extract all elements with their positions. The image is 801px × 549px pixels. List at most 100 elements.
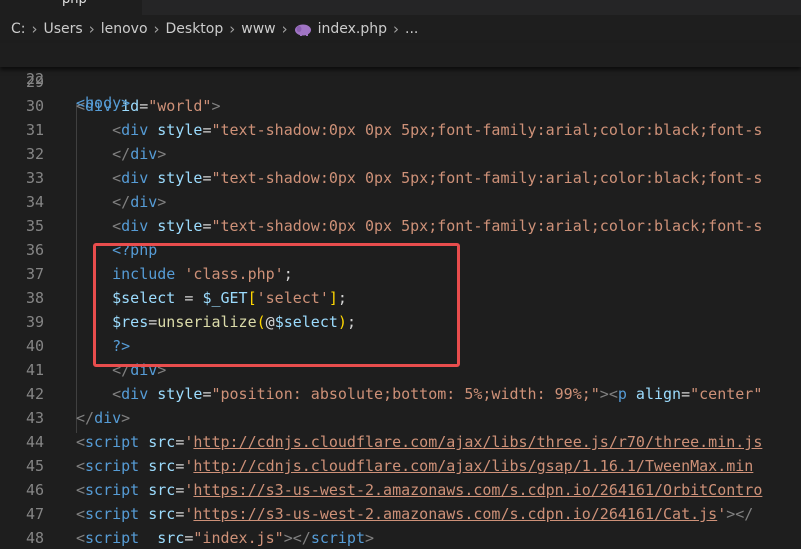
code-token: include xyxy=(112,265,176,283)
code-text: <div style="text-shadow:0px 0px 5px;font… xyxy=(76,166,762,190)
code-token: = xyxy=(175,289,203,307)
code-line[interactable]: 41 </div> xyxy=(0,358,801,382)
breadcrumb-users[interactable]: Users xyxy=(44,21,83,37)
breadcrumb-symbols[interactable]: ... xyxy=(405,21,418,37)
code-token: "text-shadow:0px 0px 5px;font-family:ari… xyxy=(211,217,763,235)
code-token: "center" xyxy=(690,385,763,403)
code-text: <body> xyxy=(76,94,131,112)
code-line[interactable]: 32 </div> xyxy=(0,142,801,166)
code-token: = xyxy=(139,97,149,115)
breadcrumb-www[interactable]: www xyxy=(241,21,275,37)
breadcrumb-drive[interactable]: C: xyxy=(11,21,26,37)
code-token: > xyxy=(211,97,221,115)
code-line[interactable]: 36 <?php xyxy=(0,238,801,262)
code-token: "position: absolute;bottom: 5%;width: 99… xyxy=(211,385,600,403)
code-token: div xyxy=(94,409,122,427)
breadcrumb-file[interactable]: index.php xyxy=(318,21,387,37)
editor-tab-strip: php xyxy=(0,0,801,15)
code-token: < xyxy=(76,457,86,475)
code-token: < xyxy=(76,505,86,523)
code-token: </ xyxy=(112,361,131,379)
code-token: div xyxy=(121,169,149,187)
code-text: include 'class.php'; xyxy=(76,262,293,286)
code-line[interactable]: 40 ?> xyxy=(0,334,801,358)
code-token: = xyxy=(681,385,691,403)
code-line[interactable]: 47 <script src='https://s3-us-west-2.amaz… xyxy=(0,502,801,526)
breadcrumb: C: › Users › lenovo › Desktop › www › in… xyxy=(0,15,801,43)
line-number: 38 xyxy=(25,289,44,307)
line-number: 46 xyxy=(25,481,44,499)
code-token: < xyxy=(76,433,86,451)
code-line[interactable]: 42 <div style = "position: absolute;bottom… xyxy=(0,382,801,406)
code-token: "index.js" xyxy=(193,529,284,547)
code-token: div xyxy=(130,145,158,163)
code-token: script xyxy=(310,529,365,547)
php-elephant-icon xyxy=(294,24,312,36)
code-token: [ xyxy=(247,289,257,307)
code-token: ; xyxy=(283,265,293,283)
code-token: = xyxy=(148,313,158,331)
code-token: style xyxy=(157,217,203,235)
code-token: > xyxy=(157,193,167,211)
line-number: 43 xyxy=(25,409,44,427)
line-number: 34 xyxy=(25,193,44,211)
code-token: 'class.php' xyxy=(184,265,284,283)
code-token: ] xyxy=(328,289,338,307)
breadcrumb-desktop[interactable]: Desktop xyxy=(166,21,224,37)
line-number: 22 xyxy=(25,70,44,88)
code-line[interactable]: 48 <script src="index.js"></script> xyxy=(0,526,801,549)
code-line[interactable]: 33 <div style="text-shadow:0px 0px 5px;f… xyxy=(0,166,801,190)
code-line[interactable]: 34 </div> xyxy=(0,190,801,214)
code-token: </ xyxy=(112,145,131,163)
code-token: src xyxy=(148,505,176,523)
code-token: https://s3-us-west-2.amazonaws.com/s.cdp… xyxy=(193,481,763,499)
code-editor[interactable]: 282930<div id="world">31 <div style="tex… xyxy=(0,43,801,549)
code-text: <script src="index.js"></script> xyxy=(76,526,374,549)
code-token: < xyxy=(112,217,122,235)
code-line[interactable]: 35 <div style="text-shadow:0px 0px 5px;f… xyxy=(0,214,801,238)
code-token: style xyxy=(157,121,203,139)
code-line[interactable]: 39 $res=unserialize(@$select); xyxy=(0,310,801,334)
code-token: > xyxy=(365,529,375,547)
code-text: <script src='http://cdnjs.cloudflare.com… xyxy=(76,430,762,454)
code-text: $res=unserialize(@$select); xyxy=(76,310,356,334)
code-token: align xyxy=(635,385,682,403)
code-token: ) xyxy=(337,313,347,331)
chevron-right-icon: › xyxy=(153,20,160,38)
code-line[interactable]: 45 <script src='http://cdnjs.cloudflare.c… xyxy=(0,454,801,478)
code-text: </div> xyxy=(76,190,166,214)
code-token: http://cdnjs.cloudflare.com/ajax/libs/th… xyxy=(193,433,763,451)
code-token: script xyxy=(85,481,140,499)
code-line[interactable]: 44 <script src='http://cdnjs.cloudflare.c… xyxy=(0,430,801,454)
code-line[interactable]: 46 <script src='https://s3-us-west-2.amaz… xyxy=(0,478,801,502)
code-token: ( xyxy=(256,313,266,331)
code-token: < xyxy=(112,169,122,187)
code-line[interactable]: 43 </div> xyxy=(0,406,801,430)
code-line[interactable]: 31 <div style="text-shadow:0px 0px 5px;f… xyxy=(0,118,801,142)
code-token: "text-shadow:0px 0px 5px;font-family:ari… xyxy=(211,169,763,187)
breadcrumb-lenovo[interactable]: lenovo xyxy=(101,21,148,37)
line-number: 32 xyxy=(25,145,44,163)
code-token: ></ xyxy=(283,529,311,547)
code-token: < xyxy=(112,385,122,403)
code-token: "text-shadow:0px 0px 5px;font-family:ari… xyxy=(211,121,763,139)
code-token: ?> xyxy=(112,337,131,355)
code-token: 'select' xyxy=(256,289,329,307)
code-line[interactable]: 37 include 'class.php'; xyxy=(0,262,801,286)
sticky-code-line[interactable]: 22 <body> xyxy=(0,43,801,112)
tab-index-php[interactable]: php xyxy=(0,0,142,15)
line-number: 44 xyxy=(25,433,44,451)
code-line[interactable]: 38 $select = $_GET['select']; xyxy=(0,286,801,310)
code-token: "world" xyxy=(148,97,212,115)
code-text: </div> xyxy=(76,358,166,382)
code-token: unserialize xyxy=(157,313,257,331)
